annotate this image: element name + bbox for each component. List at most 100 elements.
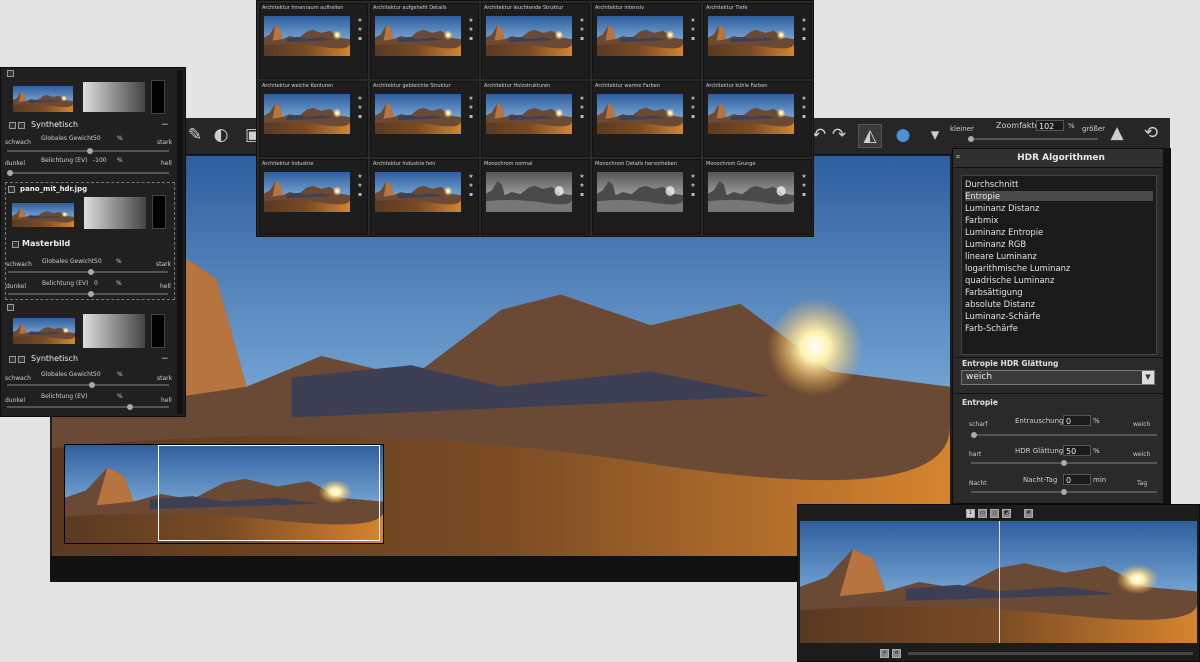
layer-1[interactable]: Synthetisch − schwach Globales Gewicht 5…	[5, 78, 173, 178]
compare-icon[interactable]: ◭	[858, 124, 882, 148]
star-icon[interactable]: ★ ★ ▪	[467, 94, 475, 121]
daynight-knob[interactable]	[1061, 489, 1067, 495]
preset-tile[interactable]: Monochrom normal ★ ★ ▪	[481, 159, 590, 235]
star-icon[interactable]: ★ ★ ▪	[578, 94, 586, 121]
algorithm-item[interactable]: Luminanz-Schärfe	[965, 311, 1153, 321]
preset-tile[interactable]: Architektur Industrie ★ ★ ▪	[259, 159, 368, 235]
preset-tile[interactable]: Architektur gebleichte Struktur ★ ★ ▪	[370, 81, 479, 157]
star-icon[interactable]: ★ ★ ▪	[356, 172, 364, 199]
hdr-smoothing-value-input[interactable]: 50	[1063, 445, 1091, 456]
daynight-slider[interactable]	[971, 489, 1157, 495]
layer-2-thumbnail[interactable]	[12, 203, 74, 227]
preset-tile[interactable]: Architektur Holzstrukturen ★ ★ ▪	[481, 81, 590, 157]
layer-1-weight-slider[interactable]	[7, 148, 169, 154]
view-split-h-icon[interactable]: ▭	[978, 509, 987, 518]
panel-toggle-checkbox[interactable]	[7, 70, 14, 77]
preset-tile[interactable]: Monochrom Details hervorheben ★ ★ ▪	[592, 159, 701, 235]
preset-thumbnail[interactable]	[375, 172, 461, 212]
algorithm-item[interactable]: lineare Luminanz	[965, 251, 1153, 261]
noise-slider-knob[interactable]	[971, 432, 977, 438]
algorithm-item[interactable]: Farbsättigung	[965, 287, 1153, 297]
layer-2-exposure-value[interactable]: 0	[94, 280, 98, 287]
preset-thumbnail[interactable]	[597, 16, 683, 56]
layer-3-collapse-icon[interactable]: −	[161, 354, 169, 364]
preset-tile[interactable]: Architektur leuchtende Struktur ★ ★ ▪	[481, 3, 590, 79]
layer-1-exposure-knob[interactable]	[7, 170, 13, 176]
navigator-viewport[interactable]	[158, 445, 380, 541]
smoothing-select[interactable]: weich ▼	[961, 370, 1155, 385]
fit-icon[interactable]: ▾	[924, 124, 946, 146]
layer-3-exposure-knob[interactable]	[127, 404, 133, 410]
layer-2-lock-checkbox[interactable]	[12, 241, 19, 248]
layer-3-exposure-slider[interactable]	[7, 404, 169, 410]
view-grid-icon[interactable]: #	[1024, 509, 1033, 518]
layer-2-weight-knob[interactable]	[88, 269, 94, 275]
preset-thumbnail[interactable]	[264, 16, 350, 56]
preview-settings-icon[interactable]: ≡	[892, 649, 901, 658]
algorithm-item[interactable]: Entropie	[965, 191, 1153, 201]
view-diagonal-icon[interactable]: ◩	[1002, 509, 1011, 518]
layer-1-weight-knob[interactable]	[87, 148, 93, 154]
preset-thumbnail[interactable]	[708, 16, 794, 56]
layer-1-collapse-icon[interactable]: −	[161, 120, 169, 130]
layer-2-weight-value[interactable]: 50	[94, 258, 102, 265]
preset-thumbnail[interactable]	[486, 16, 572, 56]
preset-thumbnail[interactable]	[486, 172, 572, 212]
star-icon[interactable]: ★ ★ ▪	[689, 94, 697, 121]
layers-scrollbar[interactable]	[177, 70, 183, 414]
layer-2-exposure-knob[interactable]	[88, 291, 94, 297]
hdr-smoothing-slider[interactable]	[971, 460, 1157, 466]
preset-tile[interactable]: Architektur weiche Konturen ★ ★ ▪	[259, 81, 368, 157]
preview-split-line[interactable]	[998, 521, 1000, 643]
preset-tile[interactable]: Architektur Industrie fein ★ ★ ▪	[370, 159, 479, 235]
layer-3-weight-slider[interactable]	[7, 382, 169, 388]
layer-2-visible-checkbox[interactable]	[8, 186, 15, 193]
preset-thumbnail[interactable]	[597, 172, 683, 212]
layer-3-weight-knob[interactable]	[89, 382, 95, 388]
preset-tile[interactable]: Monochrom Grunge ★ ★ ▪	[703, 159, 812, 235]
algorithm-item[interactable]: Luminanz RGB	[965, 239, 1153, 249]
layer-3-thumbnail[interactable]	[13, 318, 75, 344]
preset-thumbnail[interactable]	[375, 94, 461, 134]
layer-3-link-checkbox[interactable]	[18, 356, 25, 363]
star-icon[interactable]: ★ ★ ▪	[800, 172, 808, 199]
preset-thumbnail[interactable]	[708, 172, 794, 212]
redo-icon[interactable]: ↷	[828, 124, 850, 146]
preset-tile[interactable]: Architektur intensiv ★ ★ ▪	[592, 3, 701, 79]
layer-1-mask[interactable]	[83, 82, 145, 112]
noise-slider[interactable]	[971, 432, 1157, 438]
palette-icon[interactable]: ◐	[210, 124, 232, 146]
rotate-crop-icon[interactable]: ⟲	[1140, 122, 1162, 144]
algorithm-item[interactable]: Durchschnitt	[965, 179, 1153, 189]
layer-3-mask[interactable]	[83, 314, 145, 348]
preview-close-icon[interactable]: ×	[880, 649, 889, 658]
layer-1-exposure-slider[interactable]	[7, 170, 169, 176]
chevron-down-icon[interactable]: ▼	[1142, 371, 1154, 384]
layer-1-visible-checkbox[interactable]	[9, 122, 16, 129]
layer-1-thumbnail[interactable]	[13, 86, 73, 112]
preset-tile[interactable]: Architektur kühle Farben ★ ★ ▪	[703, 81, 812, 157]
preset-tile[interactable]: Architektur Tiefe ★ ★ ▪	[703, 3, 812, 79]
hdr-panel-scrollbar[interactable]	[1163, 148, 1171, 504]
layer-3[interactable]: Synthetisch − schwach Globales Gewicht 5…	[5, 302, 173, 412]
globe-icon[interactable]: ●	[892, 124, 914, 146]
layer-2-exposure-slider[interactable]	[8, 291, 168, 297]
algorithm-item[interactable]: Farbmix	[965, 215, 1153, 225]
star-icon[interactable]: ★ ★ ▪	[356, 94, 364, 121]
layer-2[interactable]: pano_mit_hdr.jpg Masterbild schwach Glob…	[5, 182, 175, 300]
preset-thumbnail[interactable]	[264, 172, 350, 212]
preset-thumbnail[interactable]	[597, 94, 683, 134]
zoom-slider[interactable]	[968, 136, 1098, 142]
star-icon[interactable]: ★ ★ ▪	[578, 16, 586, 43]
noise-value-input[interactable]: 0	[1063, 415, 1091, 426]
brush-icon[interactable]: ✎	[184, 124, 206, 146]
zoom-slider-knob[interactable]	[968, 136, 974, 142]
preview-scrollbar[interactable]	[908, 652, 1193, 655]
preset-thumbnail[interactable]	[486, 94, 572, 134]
algorithm-item[interactable]: Farb-Schärfe	[965, 323, 1153, 333]
preset-thumbnail[interactable]	[264, 94, 350, 134]
algorithm-item[interactable]: Luminanz Distanz	[965, 203, 1153, 213]
algorithm-item[interactable]: absolute Distanz	[965, 299, 1153, 309]
algorithm-item[interactable]: quadrische Luminanz	[965, 275, 1153, 285]
layer-2-weight-slider[interactable]	[8, 269, 168, 275]
